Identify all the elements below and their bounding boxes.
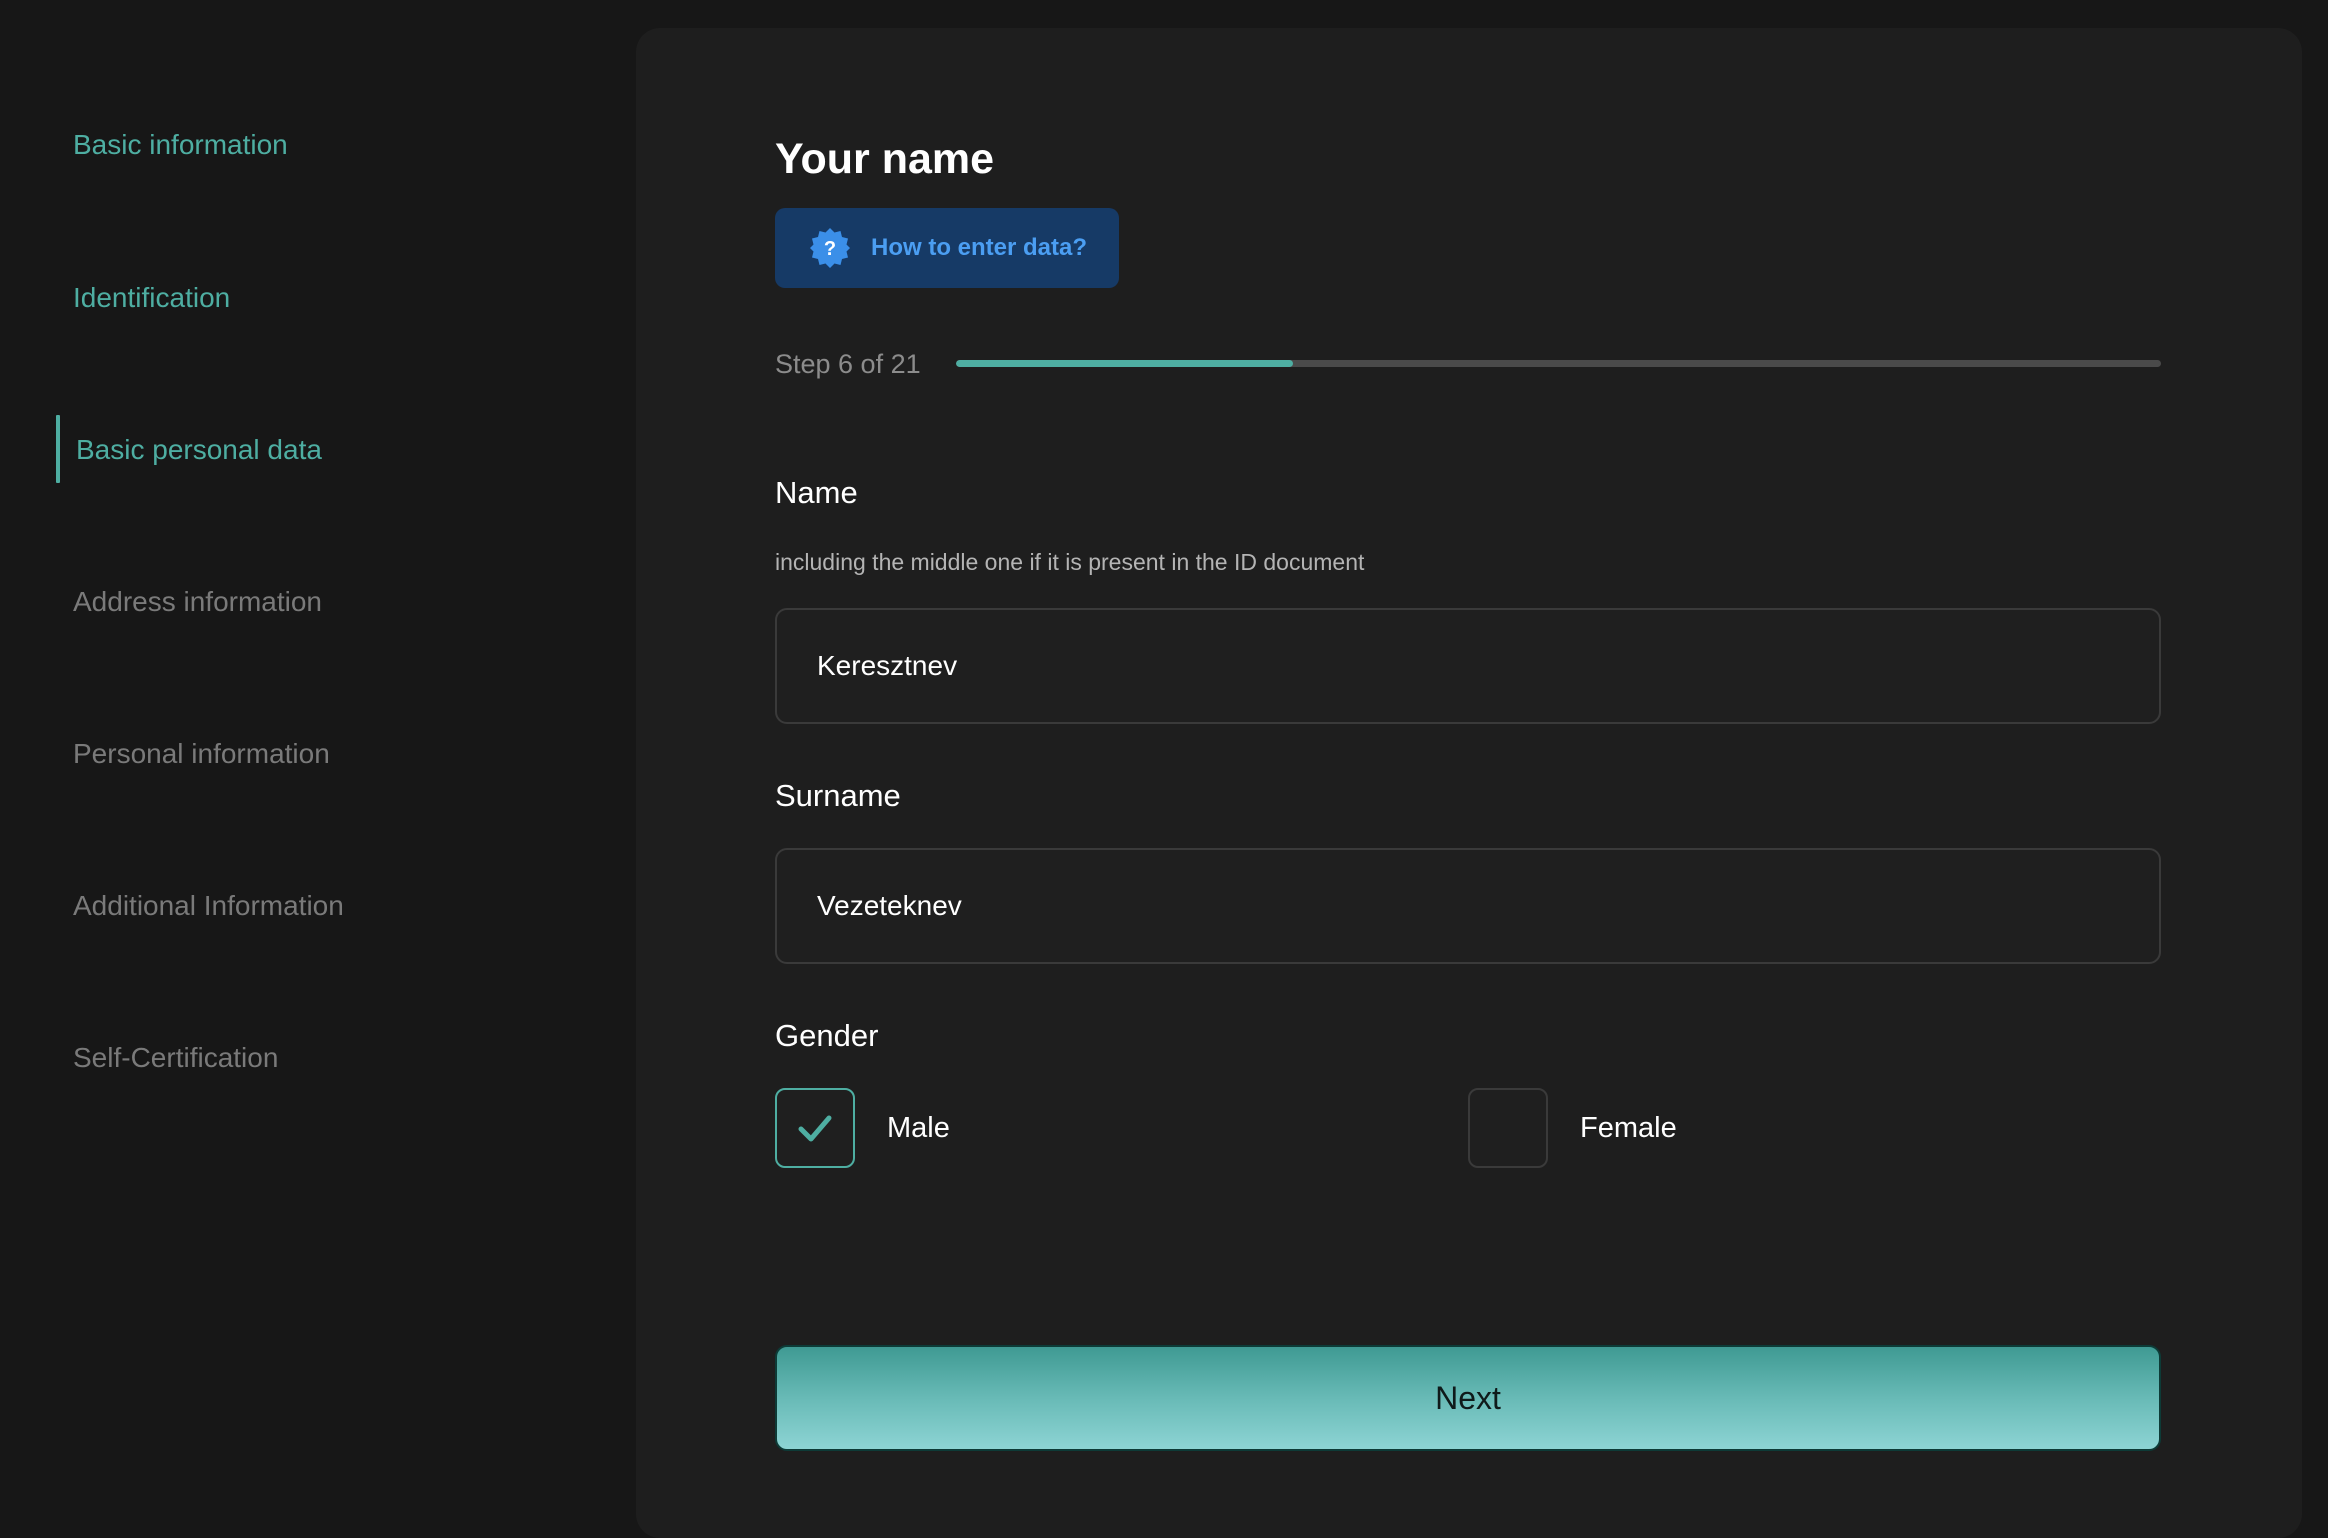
gender-female-checkbox[interactable] — [1468, 1088, 1548, 1168]
svg-text:?: ? — [824, 238, 836, 260]
sidebar-item-address-information[interactable]: Address information — [73, 585, 322, 619]
surname-label: Surname — [775, 778, 901, 813]
surname-input[interactable] — [775, 848, 2161, 964]
sidebar-item-self-certification[interactable]: Self-Certification — [73, 1041, 278, 1075]
question-badge-icon: ? — [810, 228, 850, 268]
page-title: Your name — [775, 135, 995, 183]
name-input[interactable] — [775, 608, 2161, 724]
how-to-enter-data-label: How to enter data? — [871, 234, 1088, 261]
step-progress-fill — [956, 360, 1294, 367]
gender-label: Gender — [775, 1018, 879, 1053]
checkmark-icon — [798, 1115, 832, 1142]
sidebar: Basic information Identification Basic p… — [0, 0, 636, 1516]
sidebar-item-identification[interactable]: Identification — [73, 281, 230, 315]
how-to-enter-data-button[interactable]: ? How to enter data? — [775, 208, 1119, 288]
sidebar-item-additional-information[interactable]: Additional Information — [73, 889, 344, 923]
gender-male-label[interactable]: Male — [887, 1110, 950, 1146]
name-hint: including the middle one if it is presen… — [775, 549, 1365, 575]
gender-male-checkbox[interactable] — [775, 1088, 855, 1168]
name-label: Name — [775, 475, 858, 510]
sidebar-item-personal-information[interactable]: Personal information — [73, 737, 330, 771]
step-indicator: Step 6 of 21 — [775, 349, 921, 379]
sidebar-active-indicator — [56, 415, 60, 483]
next-button[interactable]: Next — [775, 1345, 2161, 1451]
sidebar-item-basic-personal-data[interactable]: Basic personal data — [76, 433, 322, 467]
sidebar-item-basic-information[interactable]: Basic information — [73, 128, 288, 162]
next-button-label: Next — [1435, 1379, 1501, 1416]
step-progress-bar — [956, 360, 2161, 367]
gender-female-label[interactable]: Female — [1580, 1110, 1677, 1146]
